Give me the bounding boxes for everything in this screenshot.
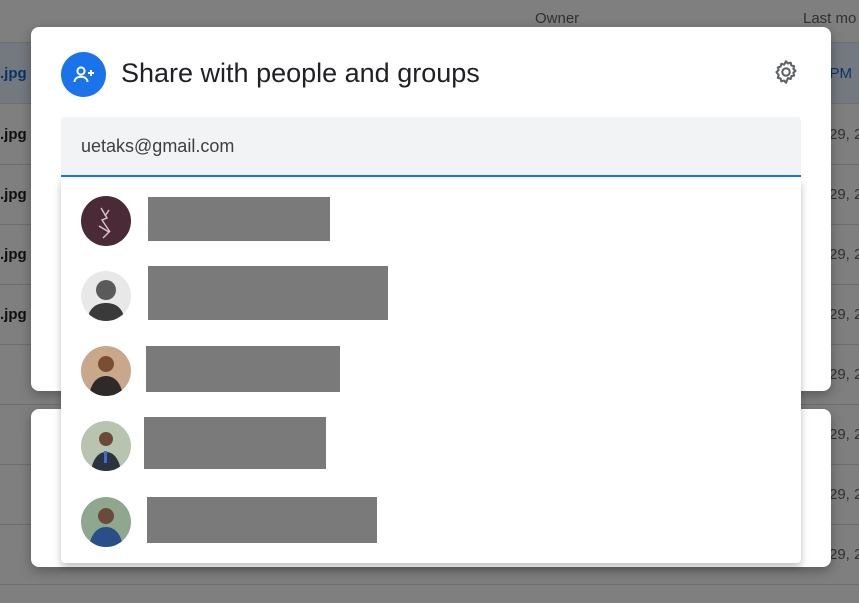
contact-avatar [81,271,131,321]
contact-avatar [81,497,131,547]
redacted-name [148,266,388,320]
suggestion-item[interactable] [61,409,801,484]
settings-button[interactable] [769,57,803,91]
add-people-field[interactable] [61,117,801,177]
redacted-name [148,197,330,241]
suggestion-item[interactable] [61,334,801,409]
person-add-icon [61,52,106,97]
dialog-title: Share with people and groups [121,58,480,88]
email-input[interactable] [81,134,761,158]
suggestion-item[interactable] [61,184,801,259]
contact-avatar [81,421,131,471]
contact-avatar [81,346,131,396]
contact-avatar [81,196,131,246]
suggestion-item[interactable] [61,485,801,560]
redacted-name [146,346,340,392]
contact-suggestions-list [61,179,801,563]
suggestion-item[interactable] [61,259,801,334]
redacted-name [147,497,377,543]
redacted-name [144,417,326,469]
gear-icon [772,58,800,91]
